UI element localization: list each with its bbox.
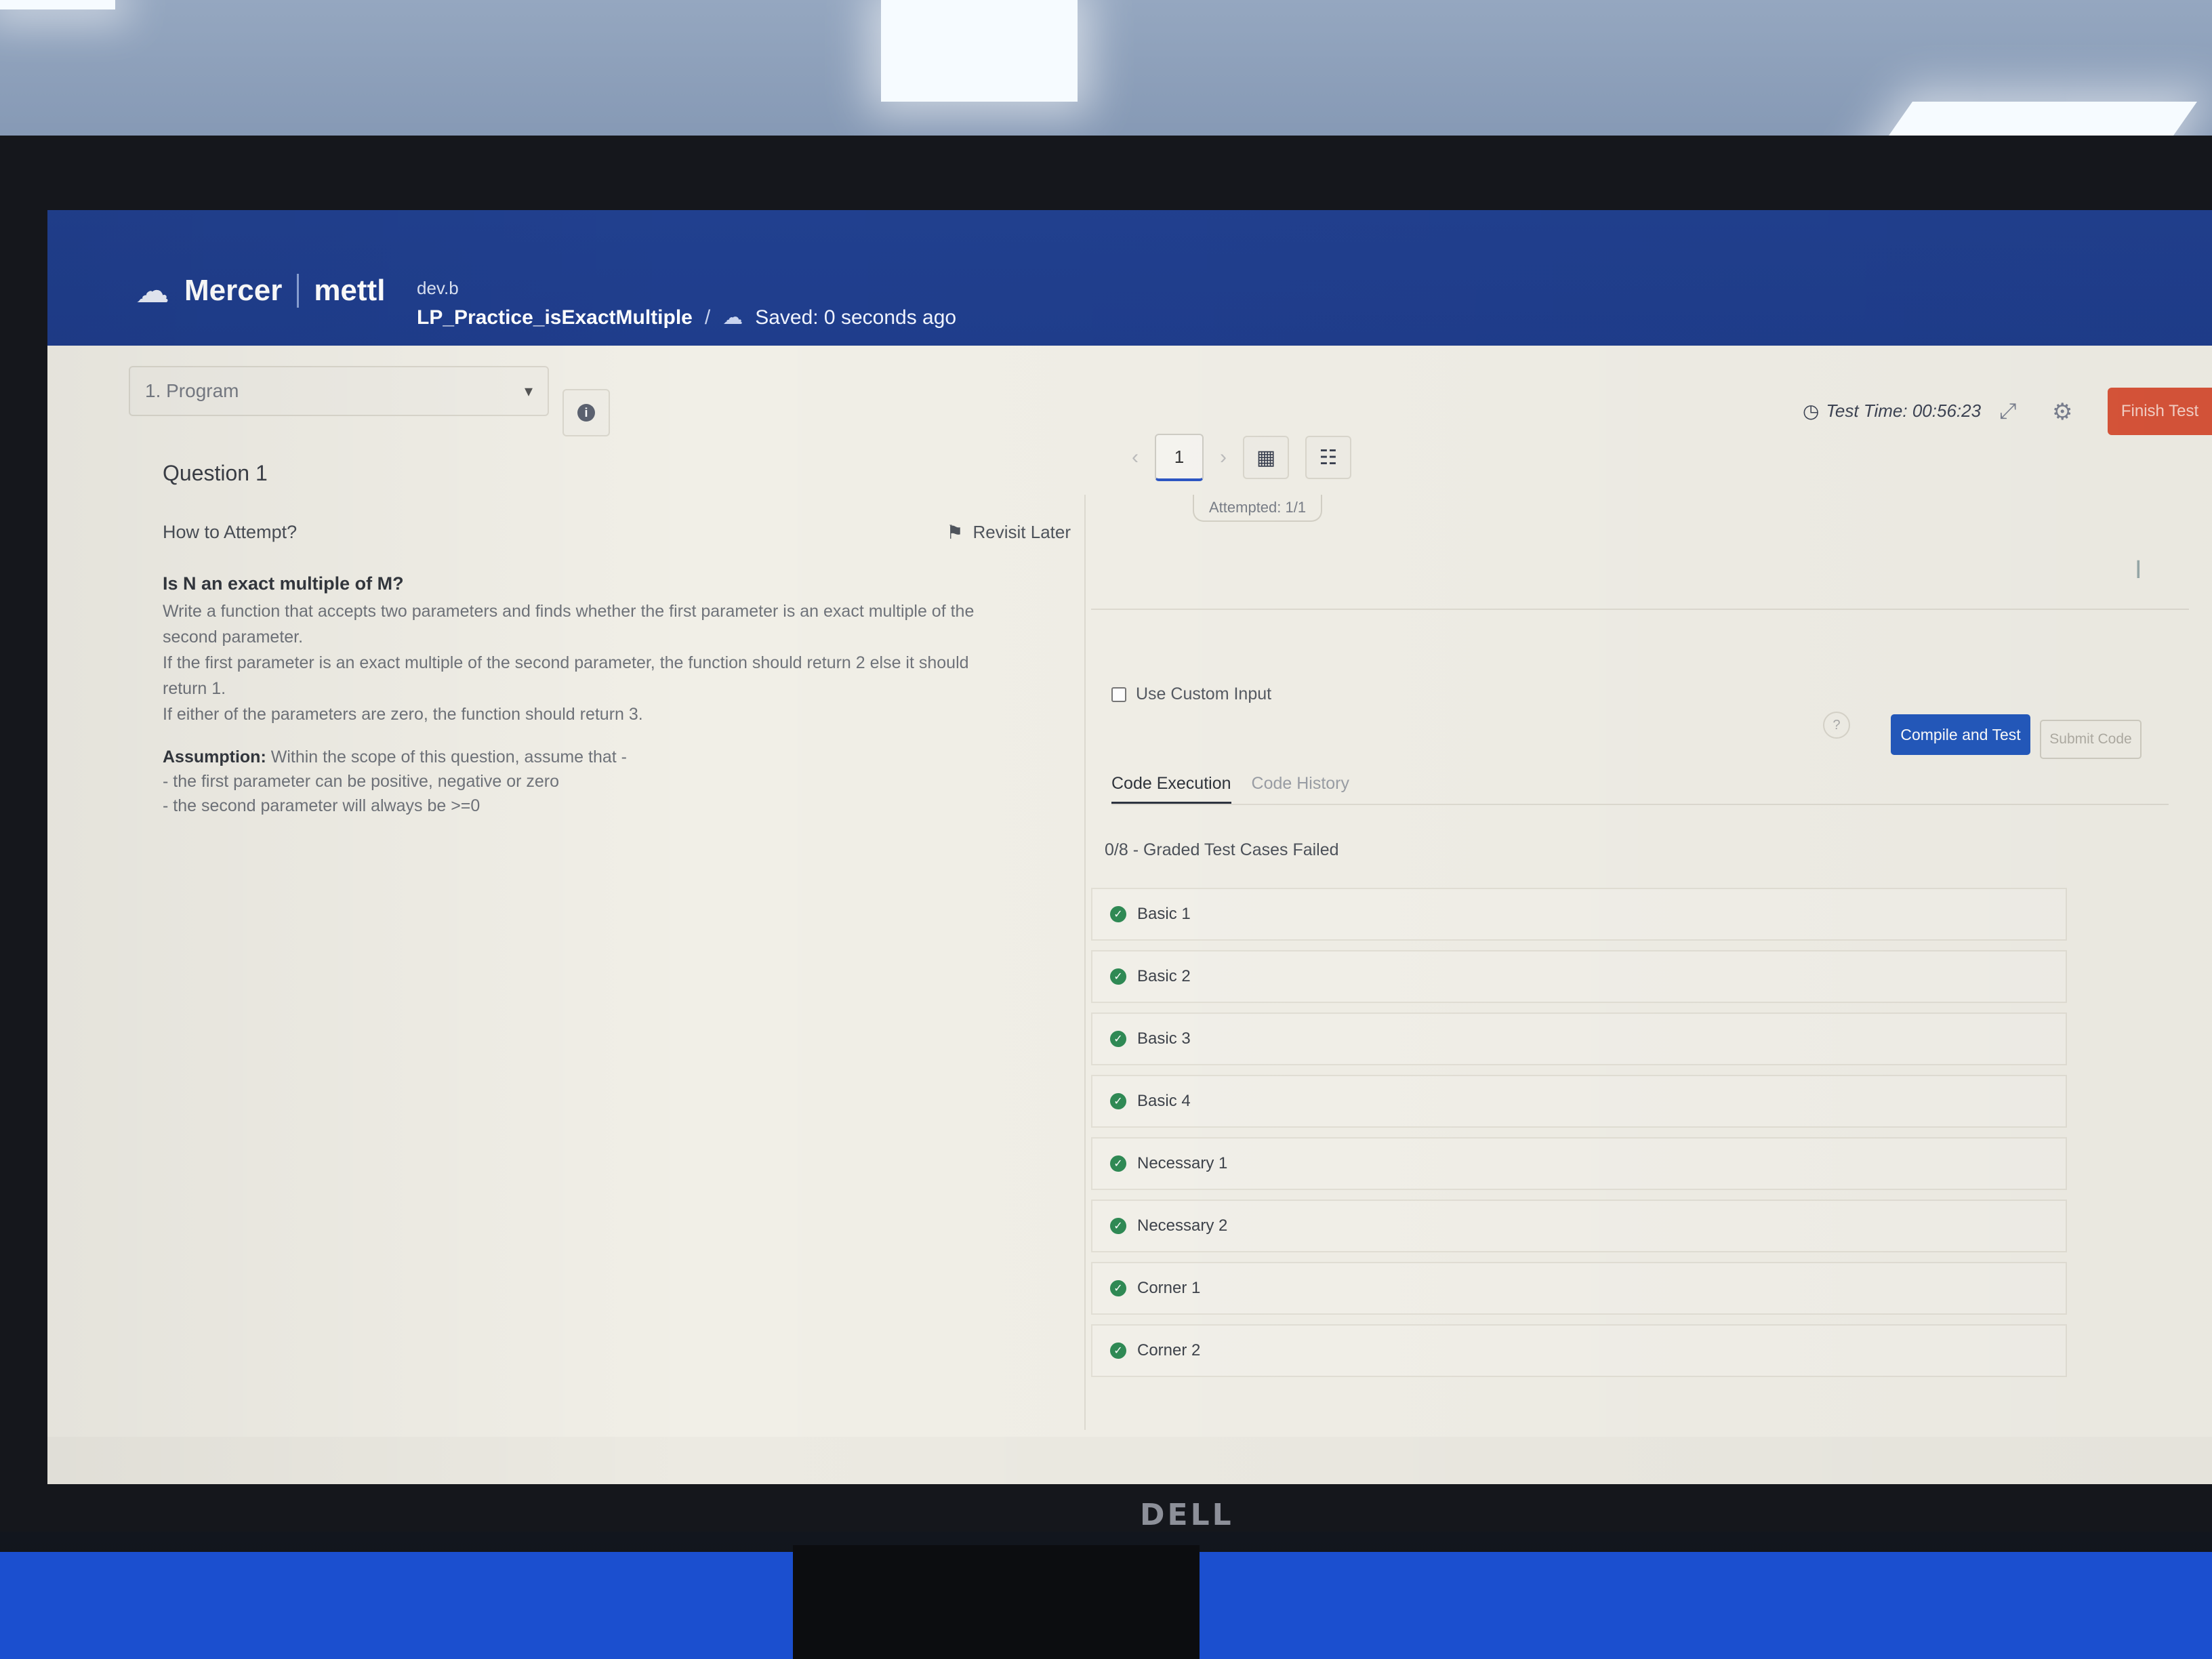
section-selected: 1. Program [145, 380, 239, 401]
question-line: second parameter. [163, 628, 304, 647]
question-pane: Question 1 How to Attempt? ⚑ Revisit Lat… [163, 461, 1071, 818]
test-case-name: Necessary 1 [1137, 1154, 1228, 1172]
execution-tabs: Code Execution Code History [1111, 774, 2169, 805]
test-name: LP_Practice_isExactMultiple [417, 306, 693, 329]
test-case-name: Corner 2 [1137, 1341, 1201, 1359]
section-dropdown[interactable]: 1. Program ▾ [129, 366, 549, 416]
question-line: If either of the parameters are zero, th… [163, 705, 643, 724]
check-circle-icon: ✓ [1110, 1280, 1126, 1296]
brand-separator [297, 274, 300, 308]
check-circle-icon: ✓ [1110, 1155, 1126, 1172]
ceiling-light [0, 0, 115, 9]
question-line: Write a function that accepts two parame… [163, 602, 975, 621]
dell-logo: DELL [1140, 1498, 1234, 1532]
test-case-list: ✓ Basic 1 ✓ Basic 2 ✓ Basic 3 ✓ Basic 4 ✓ Nec… [1091, 888, 2067, 1387]
text-cursor-icon: I [2135, 556, 2142, 584]
how-to-row: How to Attempt? ⚑ Revisit Later [163, 521, 1071, 544]
prev-arrow-icon[interactable]: ‹ [1132, 446, 1139, 469]
chevron-down-icon: ▾ [524, 382, 533, 401]
check-circle-icon: ✓ [1110, 1218, 1126, 1234]
check-circle-icon: ✓ [1110, 1031, 1126, 1047]
grid-icon[interactable]: ▦ [1243, 436, 1289, 479]
footer [47, 1437, 2212, 1484]
saved-status: Saved: 0 seconds ago [755, 306, 957, 329]
cloud-icon: ☁ [722, 306, 743, 329]
question-line: return 1. [163, 679, 226, 698]
tab-code-history[interactable]: Code History [1252, 774, 1350, 804]
test-case-row[interactable]: ✓ Basic 2 [1091, 950, 2067, 1003]
collapse-icon[interactable]: ⤢ [1999, 398, 2017, 424]
top-bar: ☁ Mercer mettl dev.b LP_Practice_isExact… [47, 210, 2212, 346]
monitor-stand [793, 1545, 1200, 1659]
next-arrow-icon[interactable]: › [1220, 446, 1227, 469]
custom-input-label: Use Custom Input [1136, 684, 1272, 703]
test-case-row[interactable]: ✓ Basic 4 [1091, 1075, 2067, 1128]
assumption-block: Assumption: Within the scope of this que… [163, 745, 1071, 818]
question-line: If the first parameter is an exact multi… [163, 653, 969, 672]
how-to-attempt: How to Attempt? [163, 522, 298, 542]
pane-divider[interactable] [1084, 495, 1086, 1430]
test-case-row[interactable]: ✓ Corner 1 [1091, 1262, 2067, 1315]
title-separator: / [704, 306, 711, 329]
compile-and-test-button[interactable]: Compile and Test [1891, 714, 2030, 755]
assumption-lead: Assumption: [163, 747, 266, 766]
brand: ☁ Mercer mettl [136, 271, 385, 310]
bookmark-icon: ⚑ [946, 522, 964, 543]
test-case-name: Necessary 2 [1137, 1216, 1228, 1235]
brand-mercer: Mercer [184, 274, 283, 307]
test-case-name: Basic 2 [1137, 967, 1191, 985]
check-circle-icon: ✓ [1110, 1343, 1126, 1359]
assumption-line: - the first parameter can be positive, n… [163, 772, 560, 791]
brand-mettl: mettl [314, 274, 386, 307]
tab-code-execution[interactable]: Code Execution [1111, 774, 1231, 804]
question-heading: Is N an exact multiple of M? [163, 573, 404, 594]
test-case-row[interactable]: ✓ Necessary 2 [1091, 1200, 2067, 1252]
custom-input-checkbox[interactable] [1111, 687, 1126, 702]
assumption-line: - the second parameter will always be >=… [163, 796, 480, 815]
submit-code-button[interactable]: Submit Code [2040, 720, 2142, 759]
question-body: Write a function that accepts two parame… [163, 598, 1071, 727]
code-editor[interactable]: I [1091, 508, 2189, 610]
section-info-button[interactable]: i [562, 389, 610, 436]
finish-test-button[interactable]: Finish Test [2108, 388, 2212, 435]
calculator-icon[interactable]: ☷ [1305, 436, 1351, 479]
assumption-intro: Assumption: Within the scope of this que… [163, 745, 1071, 769]
revisit-later-label: Revisit Later [972, 522, 1071, 542]
info-icon: i [577, 404, 595, 422]
test-case-row[interactable]: ✓ Corner 2 [1091, 1324, 2067, 1377]
test-case-row[interactable]: ✓ Basic 1 [1091, 888, 2067, 941]
test-case-name: Basic 3 [1137, 1029, 1191, 1048]
test-title-row: LP_Practice_isExactMultiple / ☁ Saved: 0… [417, 306, 956, 329]
result-summary: 0/8 - Graded Test Cases Failed [1105, 840, 1339, 859]
use-custom-input[interactable]: Use Custom Input [1111, 684, 1271, 704]
test-case-row[interactable]: ✓ Necessary 1 [1091, 1137, 2067, 1190]
mercer-logo-icon: ☁ [136, 272, 169, 310]
test-case-name: Basic 4 [1137, 1092, 1191, 1110]
page-number[interactable]: 1 [1155, 434, 1204, 481]
test-case-row[interactable]: ✓ Basic 3 [1091, 1012, 2067, 1065]
check-circle-icon: ✓ [1110, 906, 1126, 922]
check-circle-icon: ✓ [1110, 1093, 1126, 1109]
gear-icon[interactable]: ⚙ [2052, 398, 2072, 426]
test-timer: ◷ Test Time: 00:56:23 [1803, 400, 1981, 422]
test-time-text: Test Time: 00:56:23 [1826, 401, 1982, 421]
question-number: Question 1 [163, 461, 268, 485]
clock-icon: ◷ [1803, 401, 1820, 422]
question-pager: ‹ 1 › ▦ ☷ [1132, 434, 1351, 481]
assumption-text: Within the scope of this question, assum… [266, 747, 627, 766]
screen: ☁ Mercer mettl dev.b LP_Practice_isExact… [47, 210, 2212, 1484]
test-case-name: Basic 1 [1137, 905, 1191, 923]
test-info: dev.b LP_Practice_isExactMultiple / ☁ Sa… [417, 278, 956, 329]
revisit-later-button[interactable]: ⚑ Revisit Later [946, 521, 1071, 544]
check-circle-icon: ✓ [1110, 968, 1126, 985]
test-case-name: Corner 1 [1137, 1279, 1201, 1297]
ceiling-light [881, 0, 1078, 102]
help-icon[interactable]: ? [1823, 712, 1850, 739]
test-owner: dev.b [417, 278, 459, 298]
